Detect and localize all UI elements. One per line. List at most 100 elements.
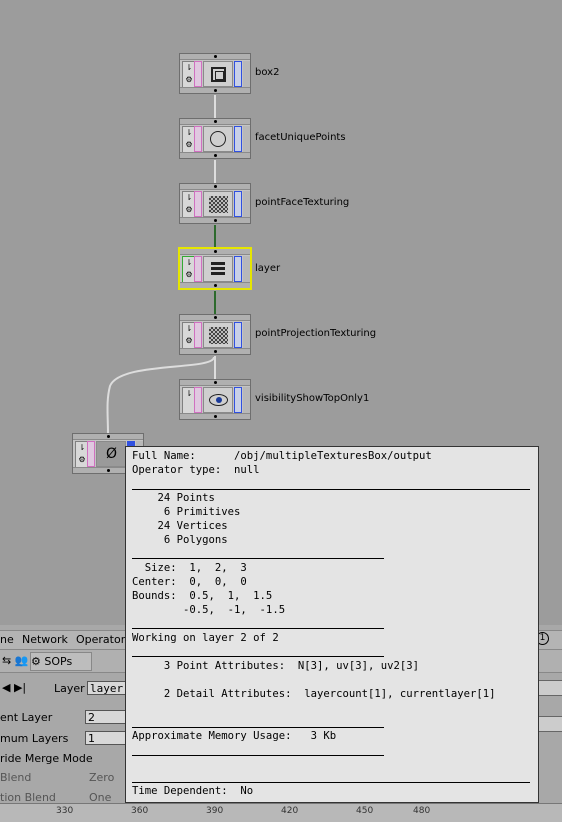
- texture-icon: [209, 327, 228, 344]
- display-flag[interactable]: [234, 61, 242, 87]
- input-tab[interactable]: [180, 380, 250, 386]
- param-label: ent Layer: [0, 711, 53, 724]
- output-tab[interactable]: [180, 282, 250, 288]
- timeline-ruler[interactable]: 330 360 390 420 450 480: [0, 803, 562, 822]
- layer-icon: [211, 262, 225, 277]
- node-pointFaceTexturing[interactable]: ⇂ ⚙: [179, 183, 251, 224]
- wire: [214, 95, 216, 118]
- menu-item-network[interactable]: Network: [22, 633, 68, 646]
- node-facetUniquePoints[interactable]: ⇂ ⚙: [179, 118, 251, 159]
- output-tab[interactable]: [180, 413, 250, 419]
- node-body[interactable]: [203, 126, 233, 152]
- input-tab[interactable]: [73, 434, 143, 440]
- ruler-tick: 360: [131, 806, 149, 816]
- menu-item-operator[interactable]: Operator: [76, 633, 125, 646]
- ruler-tick: 480: [413, 806, 431, 816]
- template-flag[interactable]: [87, 441, 95, 467]
- box-icon: [211, 67, 226, 82]
- param-current-layer: ent Layer 2: [0, 709, 140, 727]
- ruler-tick: 420: [281, 806, 299, 816]
- layer-label: Layer: [54, 682, 85, 695]
- node-label[interactable]: layer: [255, 263, 280, 274]
- node-body[interactable]: [203, 256, 233, 282]
- render-flag[interactable]: [243, 61, 250, 87]
- info-time-dependent: Time Dependent: No: [132, 785, 254, 797]
- wire: [214, 160, 216, 183]
- node-body[interactable]: [203, 387, 233, 413]
- node-visibilityShowTopOnly1[interactable]: ⇂: [179, 379, 251, 420]
- ruler-tick: 390: [206, 806, 224, 816]
- template-flag[interactable]: [194, 126, 202, 152]
- node-label[interactable]: visibilityShowTopOnly1: [255, 393, 369, 404]
- display-flag[interactable]: [234, 387, 242, 413]
- wire: [214, 225, 216, 248]
- render-flag[interactable]: [243, 126, 250, 152]
- input-tab[interactable]: [180, 184, 250, 190]
- info-size: Size: 1, 2, 3: [132, 562, 247, 574]
- node-box2[interactable]: ⇂ ⚙: [179, 53, 251, 94]
- output-tab[interactable]: [180, 348, 250, 354]
- info-bounds: Bounds: 0.5, 1, 1.5: [132, 590, 273, 602]
- play-icon[interactable]: ◀ ▶|: [2, 681, 26, 694]
- info-center: Center: 0, 0, 0: [132, 576, 247, 588]
- ruler-tick: 330: [56, 806, 74, 816]
- template-flag[interactable]: [194, 387, 202, 413]
- nav-icon[interactable]: ⇆ 👥: [2, 654, 28, 667]
- node-label[interactable]: facetUniquePoints: [255, 132, 346, 143]
- divider: [132, 727, 384, 728]
- node-label[interactable]: pointProjectionTexturing: [255, 328, 376, 339]
- right-field[interactable]: [538, 680, 562, 696]
- input-tab[interactable]: [180, 315, 250, 321]
- info-primitives: 6 Primitives: [132, 506, 241, 518]
- node-body[interactable]: [203, 322, 233, 348]
- null-icon: Ø: [106, 446, 118, 462]
- param-blend: Blend Zero: [0, 769, 140, 787]
- node-label[interactable]: pointFaceTexturing: [255, 197, 349, 208]
- layer-name-field[interactable]: layer: [87, 681, 127, 695]
- node-body[interactable]: Ø: [96, 441, 126, 467]
- node-info-popup: Full Name: /obj/multipleTexturesBox/outp…: [125, 446, 539, 803]
- node-label[interactable]: box2: [255, 67, 279, 78]
- display-flag[interactable]: [234, 191, 242, 217]
- node-body[interactable]: [203, 61, 233, 87]
- info-working-layer: Working on layer 2 of 2: [132, 632, 279, 644]
- template-flag[interactable]: [194, 256, 202, 282]
- info-points: 24 Points: [132, 492, 215, 504]
- output-tab[interactable]: [180, 87, 250, 93]
- gear-icon: ⚙: [31, 655, 45, 668]
- max-layers-field[interactable]: 1: [85, 731, 127, 745]
- input-tab[interactable]: [180, 119, 250, 125]
- display-flag[interactable]: [234, 256, 242, 282]
- info-polygons: 6 Polygons: [132, 534, 228, 546]
- right-field[interactable]: [538, 716, 562, 732]
- divider: [132, 755, 384, 756]
- template-flag[interactable]: [194, 191, 202, 217]
- param-override-merge-mode: ride Merge Mode: [0, 750, 140, 768]
- display-flag[interactable]: [234, 126, 242, 152]
- param-maximum-layers: mum Layers 1: [0, 730, 140, 748]
- param-label: ride Merge Mode: [0, 752, 93, 765]
- output-tab[interactable]: [180, 217, 250, 223]
- display-flag[interactable]: [234, 322, 242, 348]
- divider: [132, 628, 384, 629]
- node-body[interactable]: [203, 191, 233, 217]
- node-pointProjectionTexturing[interactable]: ⇂ ⚙: [179, 314, 251, 355]
- output-tab[interactable]: [180, 152, 250, 158]
- blend-menu[interactable]: Zero: [89, 771, 114, 784]
- input-tab[interactable]: [180, 249, 250, 255]
- eye-icon: [209, 394, 228, 406]
- render-flag[interactable]: [243, 256, 250, 282]
- node-layer[interactable]: ⇂ ⚙: [179, 248, 251, 289]
- render-flag[interactable]: [243, 387, 250, 413]
- info-bounds-min: -0.5, -1, -1.5: [132, 604, 286, 616]
- render-flag[interactable]: [243, 322, 250, 348]
- template-flag[interactable]: [194, 61, 202, 87]
- menu-item[interactable]: ne: [0, 633, 14, 646]
- context-button[interactable]: ⚙ SOPs: [30, 652, 92, 671]
- info-full-name: Full Name: /obj/multipleTexturesBox/outp…: [132, 450, 432, 462]
- current-layer-field[interactable]: 2: [85, 710, 127, 724]
- divider: [132, 558, 384, 559]
- template-flag[interactable]: [194, 322, 202, 348]
- input-tab[interactable]: [180, 54, 250, 60]
- render-flag[interactable]: [243, 191, 250, 217]
